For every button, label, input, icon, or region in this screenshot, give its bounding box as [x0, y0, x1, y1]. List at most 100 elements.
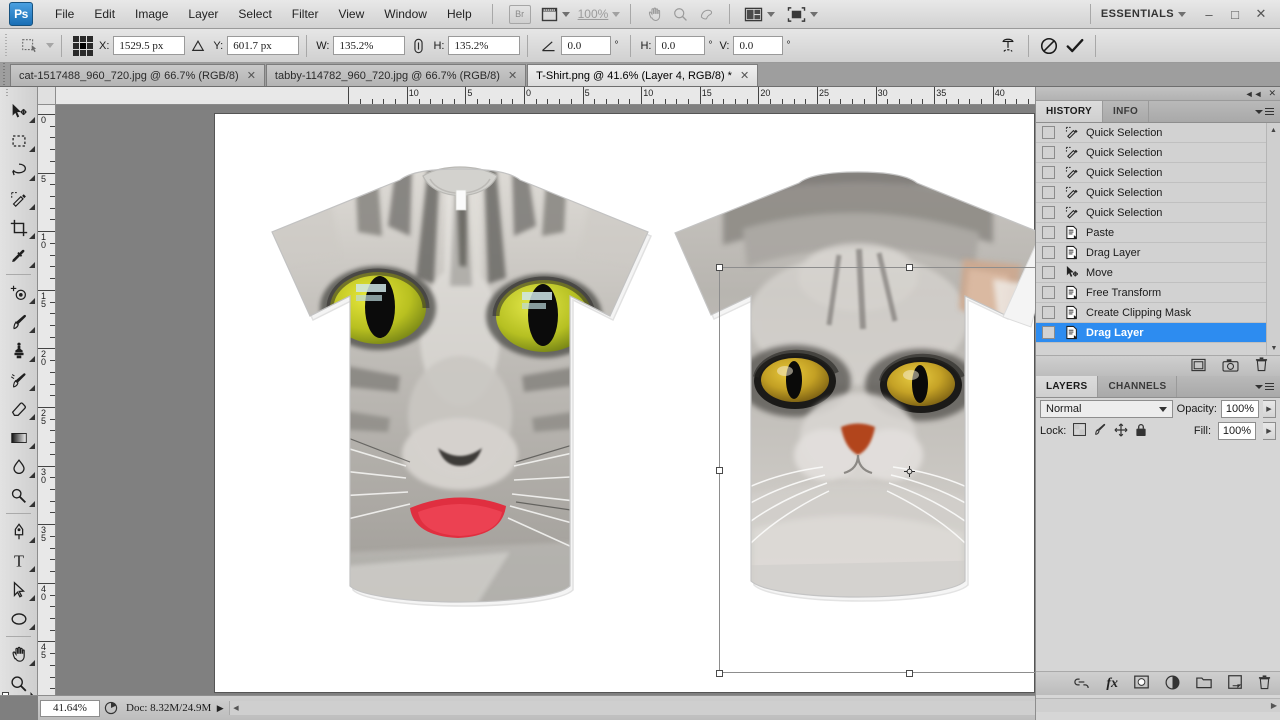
tab-info[interactable]: INFO — [1103, 101, 1150, 122]
tool-submenu-triangle[interactable] — [29, 117, 35, 123]
history-state-toggle[interactable] — [1036, 223, 1060, 243]
tool-submenu-triangle[interactable] — [29, 298, 35, 304]
close-icon[interactable]: ✕ — [740, 69, 749, 82]
pen-tool[interactable] — [0, 517, 38, 546]
rotation-input[interactable]: 0.0 — [561, 36, 612, 55]
history-state-toggle[interactable] — [1036, 123, 1060, 143]
tool-submenu-triangle[interactable] — [29, 175, 35, 181]
cancel-transform-button[interactable] — [1036, 34, 1062, 58]
spot-healing-brush-tool[interactable] — [0, 278, 38, 307]
vertical-ruler[interactable]: 0 5 10 15 20 25 30 35 40 45 — [38, 105, 56, 695]
tab-channels[interactable]: CHANNELS — [1098, 376, 1178, 397]
lock-position-button[interactable] — [1114, 423, 1128, 440]
horizontal-ruler[interactable]: 105051015202530354045 — [56, 87, 1035, 105]
document-tab-tabby[interactable]: tabby-114782_960_720.jpg @ 66.7% (RGB/8)… — [265, 64, 527, 86]
tab-history[interactable]: HISTORY — [1036, 101, 1103, 122]
history-state-toggle[interactable] — [1036, 243, 1060, 263]
document-tab-tshirt[interactable]: T-Shirt.png @ 41.6% (Layer 4, RGB/8) * ✕ — [527, 64, 759, 86]
scroll-right-arrow[interactable]: ▶ — [1271, 701, 1277, 710]
tool-submenu-triangle[interactable] — [29, 233, 35, 239]
menu-edit[interactable]: Edit — [84, 3, 125, 25]
maximize-button[interactable]: □ — [1222, 3, 1248, 25]
chevron-down-icon[interactable] — [1178, 11, 1186, 17]
history-item[interactable]: Quick Selection — [1036, 143, 1280, 163]
history-item[interactable]: Free Transform — [1036, 283, 1280, 303]
tabs-grip[interactable] — [0, 62, 10, 86]
tool-submenu-triangle[interactable] — [29, 472, 35, 478]
scroll-up-arrow[interactable]: ▲ — [1267, 123, 1280, 137]
rectangular-marquee-tool[interactable] — [0, 126, 38, 155]
menu-view[interactable]: View — [328, 3, 374, 25]
menu-window[interactable]: Window — [374, 3, 437, 25]
status-bar-expand-button[interactable]: ▶ — [211, 703, 229, 714]
chevron-down-icon[interactable] — [46, 43, 54, 48]
clone-stamp-tool[interactable] — [0, 336, 38, 365]
new-layer-button[interactable] — [1228, 675, 1242, 692]
delete-layer-button[interactable] — [1258, 674, 1271, 693]
history-state-toggle[interactable] — [1036, 183, 1060, 203]
tool-submenu-triangle[interactable] — [29, 595, 35, 601]
tool-submenu-triangle[interactable] — [29, 537, 35, 543]
history-state-toggle[interactable] — [1036, 143, 1060, 163]
arrange-documents-button[interactable] — [744, 6, 776, 23]
launch-bridge-button[interactable]: Br — [508, 4, 531, 24]
history-panel-menu-button[interactable] — [1249, 101, 1280, 122]
history-item[interactable]: Paste — [1036, 223, 1280, 243]
history-item[interactable]: Quick Selection — [1036, 203, 1280, 223]
close-icon[interactable]: ✕ — [247, 69, 256, 82]
menu-filter[interactable]: Filter — [282, 3, 329, 25]
close-button[interactable]: ✕ — [1248, 3, 1274, 25]
history-state-toggle[interactable] — [1036, 283, 1060, 303]
history-state-toggle[interactable] — [1036, 163, 1060, 183]
canvas-horizontal-scrollbar[interactable]: ◀ — [229, 701, 1035, 715]
fill-input[interactable]: 100% — [1218, 422, 1256, 440]
lock-transparent-pixels-button[interactable] — [1073, 423, 1087, 439]
close-icon[interactable]: ✕ — [1268, 88, 1276, 99]
history-item[interactable]: Create Clipping Mask — [1036, 303, 1280, 323]
ruler-corner[interactable] — [38, 87, 56, 105]
path-selection-tool[interactable] — [0, 575, 38, 604]
brush-tool[interactable] — [0, 307, 38, 336]
layers-panel-menu-button[interactable] — [1249, 376, 1280, 397]
layer-mask-button[interactable] — [1134, 675, 1149, 692]
menu-file[interactable]: File — [45, 3, 84, 25]
blur-tool[interactable] — [0, 452, 38, 481]
history-state-toggle[interactable] — [1036, 303, 1060, 323]
document-profile-icon[interactable] — [100, 701, 122, 715]
layer-style-button[interactable]: fx — [1106, 676, 1118, 692]
tool-submenu-triangle[interactable] — [29, 660, 35, 666]
skew-vertical-input[interactable]: 0.0 — [733, 36, 784, 55]
width-input[interactable]: 135.2% — [333, 36, 406, 55]
transform-reference-point[interactable] — [73, 35, 93, 56]
history-brush-tool[interactable] — [0, 365, 38, 394]
create-document-from-state-button[interactable] — [1191, 358, 1206, 375]
blend-mode-select[interactable]: Normal — [1040, 400, 1173, 418]
create-new-snapshot-button[interactable] — [1222, 358, 1239, 375]
menu-select[interactable]: Select — [228, 3, 281, 25]
tool-submenu-triangle[interactable] — [29, 385, 35, 391]
skew-horizontal-input[interactable]: 0.0 — [655, 36, 706, 55]
opacity-input[interactable]: 100% — [1221, 400, 1259, 418]
height-input[interactable]: 135.2% — [448, 36, 521, 55]
history-state-toggle[interactable] — [1036, 323, 1060, 343]
link-layers-button[interactable] — [1073, 676, 1090, 692]
minimize-button[interactable]: – — [1196, 3, 1222, 25]
gradient-tool[interactable] — [0, 423, 38, 452]
zoom-level-status[interactable]: 41.64% — [40, 699, 100, 717]
eraser-tool[interactable] — [0, 394, 38, 423]
move-tool[interactable] — [0, 97, 38, 126]
lock-all-button[interactable] — [1135, 423, 1147, 440]
workspace-selector[interactable]: ESSENTIALS — [1101, 8, 1174, 20]
opacity-slider-button[interactable]: ▶ — [1263, 400, 1276, 418]
tool-submenu-triangle[interactable] — [29, 566, 35, 572]
history-scrollbar[interactable]: ▲ ▼ — [1266, 123, 1280, 355]
relative-position-icon[interactable] — [185, 34, 211, 58]
lasso-tool[interactable] — [0, 155, 38, 184]
tab-layers[interactable]: LAYERS — [1036, 376, 1099, 397]
x-position-input[interactable]: 1529.5 px — [113, 36, 186, 55]
tool-submenu-triangle[interactable] — [29, 501, 35, 507]
menu-help[interactable]: Help — [437, 3, 482, 25]
document-canvas[interactable] — [215, 114, 1035, 692]
new-group-button[interactable] — [1196, 676, 1212, 692]
lock-image-pixels-button[interactable] — [1093, 423, 1107, 439]
